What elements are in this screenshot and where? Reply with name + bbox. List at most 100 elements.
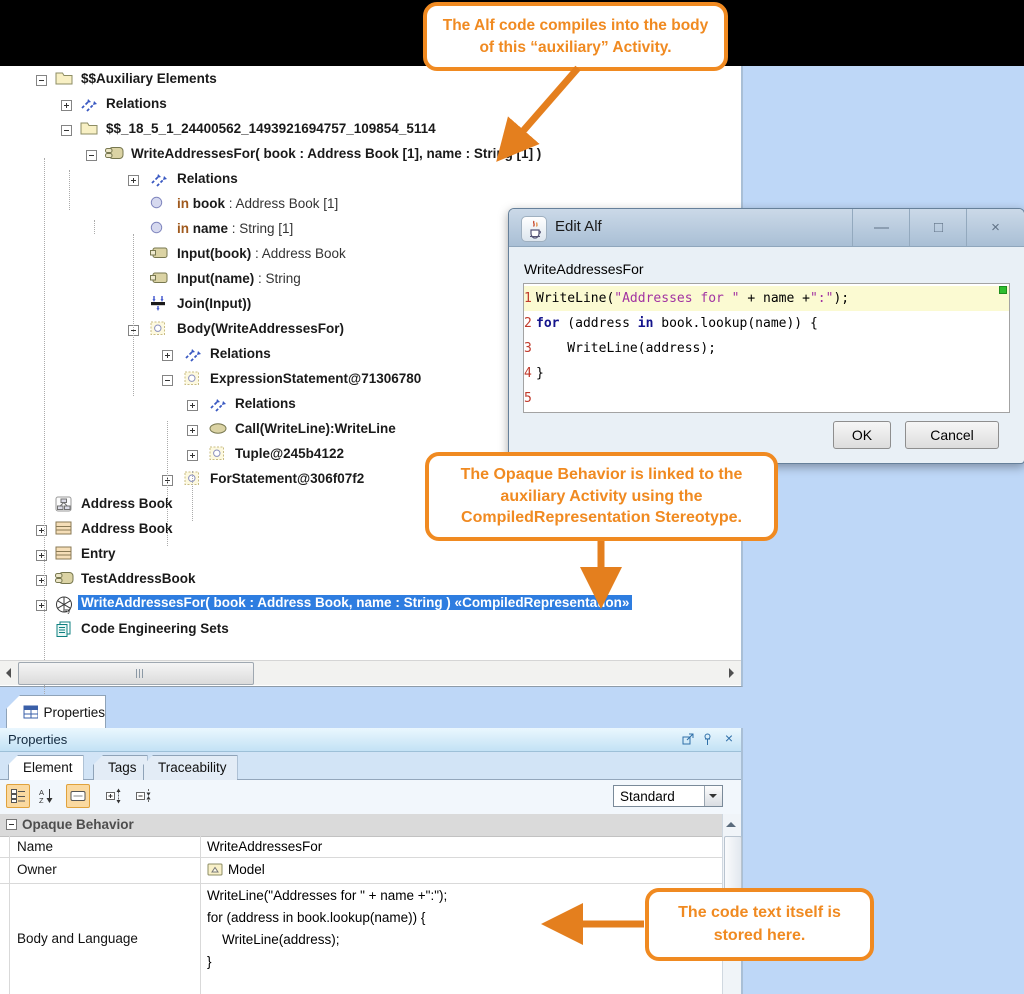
code-line[interactable]: 2for (address in book.lookup(name)) { — [524, 311, 1009, 336]
tree-item[interactable]: Relations — [0, 93, 741, 118]
opaque-behavior-icon: xy — [55, 596, 73, 619]
collapse-icon[interactable] — [61, 125, 72, 136]
collapse-icon[interactable] — [162, 375, 173, 386]
property-view-selector[interactable]: Standard — [613, 785, 723, 807]
pin-icon — [150, 196, 164, 214]
folder-icon — [80, 121, 98, 140]
tree-guide-line — [192, 471, 193, 521]
tree-item[interactable]: TestAddressBook — [0, 568, 741, 593]
tree-item-label[interactable]: in name : String [1] — [177, 221, 293, 236]
object-node-icon — [150, 246, 168, 264]
tree-item-label[interactable]: Entry — [81, 546, 116, 561]
section-header-opaque-behavior[interactable]: Opaque Behavior — [0, 814, 722, 837]
code-line[interactable]: 1WriteLine("Addresses for " + name +":")… — [524, 286, 1009, 311]
scroll-up-arrow[interactable] — [725, 816, 738, 830]
relations-icon — [209, 396, 228, 417]
property-row-body-language[interactable]: Body and Language WriteLine("Addresses f… — [0, 883, 722, 994]
tree-item-label[interactable]: Input(book) : Address Book — [177, 246, 346, 261]
tree-item[interactable]: Relations — [0, 168, 741, 193]
sort-alphabetically-button[interactable]: AZ — [34, 784, 58, 808]
expand-icon[interactable] — [187, 450, 198, 461]
code-line[interactable]: 4} — [524, 361, 1009, 386]
collapse-icon[interactable] — [36, 75, 47, 86]
tab-traceability[interactable]: Traceability — [143, 755, 238, 780]
expand-icon[interactable] — [36, 600, 47, 611]
tree-item-label[interactable]: in book : Address Book [1] — [177, 196, 338, 211]
tree-item-label[interactable]: Address Book — [81, 496, 173, 511]
pin-panel-icon[interactable] — [702, 733, 713, 746]
code-line[interactable]: 3 WriteLine(address); — [524, 336, 1009, 361]
call-icon — [209, 421, 227, 439]
expand-icon[interactable] — [36, 575, 47, 586]
expand-icon[interactable] — [187, 400, 198, 411]
tree-item-label[interactable]: WriteAddressesFor( book : Address Book, … — [78, 595, 632, 610]
tree-item-label[interactable]: Address Book — [81, 521, 173, 536]
object-node-icon — [150, 271, 168, 289]
tree-item-label[interactable]: Join(Input)) — [177, 296, 251, 311]
tree-item-label[interactable]: Call(WriteLine):WriteLine — [235, 421, 396, 436]
tab-tags[interactable]: Tags — [93, 755, 148, 780]
expand-icon[interactable] — [128, 175, 139, 186]
tree-item-label[interactable]: Relations — [210, 346, 271, 361]
structured-node-icon — [209, 446, 225, 466]
properties-grid: Opaque Behavior Name WriteAddressesFor O… — [0, 814, 722, 994]
line-number: 5 — [524, 386, 536, 411]
dialog-title-bar[interactable]: Edit Alf — □ × — [509, 209, 1024, 247]
dropdown-arrow-icon[interactable] — [704, 786, 722, 806]
collapse-icon[interactable] — [86, 150, 97, 161]
expand-icon[interactable] — [162, 350, 173, 361]
show-description-button[interactable] — [66, 784, 90, 808]
collapse-all-button[interactable] — [132, 784, 156, 808]
tree-item[interactable]: $$Auxiliary Elements — [0, 68, 741, 93]
expand-icon[interactable] — [36, 550, 47, 561]
properties-header-title: Properties — [8, 732, 67, 747]
cancel-button[interactable]: Cancel — [905, 421, 999, 449]
status-square-icon — [999, 286, 1007, 294]
categorized-view-button[interactable] — [6, 784, 30, 808]
tab-properties-panel[interactable]: Properties — [6, 695, 106, 728]
tree-item-label[interactable]: Relations — [177, 171, 238, 186]
tree-item[interactable]: xy WriteAddressesFor( book : Address Book… — [0, 593, 741, 618]
tree-item-label[interactable]: Relations — [235, 396, 296, 411]
tree-item-label[interactable]: TestAddressBook — [81, 571, 196, 586]
tree-item-label[interactable]: Body(WriteAddressesFor) — [177, 321, 344, 336]
tree-item-label[interactable]: Code Engineering Sets — [81, 621, 229, 636]
scroll-right-arrow[interactable] — [724, 663, 740, 683]
close-panel-icon[interactable]: × — [725, 730, 733, 746]
collapse-section-icon[interactable] — [6, 819, 17, 830]
tree-item-label[interactable]: ExpressionStatement@71306780 — [210, 371, 421, 386]
tree-item-label[interactable]: WriteAddressesFor( book : Address Book [… — [131, 146, 541, 161]
scrollbar-thumb[interactable] — [18, 662, 254, 685]
ok-button[interactable]: OK — [833, 421, 891, 449]
property-row-name[interactable]: Name WriteAddressesFor — [0, 836, 722, 858]
tree-guide-line — [167, 421, 168, 546]
join-icon — [150, 296, 168, 316]
tree-horizontal-scrollbar[interactable] — [0, 660, 741, 685]
scroll-left-arrow[interactable] — [1, 663, 17, 683]
property-row-owner[interactable]: Owner Model — [0, 857, 722, 884]
tree-item[interactable]: Code Engineering Sets — [0, 618, 741, 643]
expand-icon[interactable] — [61, 100, 72, 111]
tree-item-label[interactable]: $$_18_5_1_24400562_1493921694757_109854_… — [106, 121, 436, 136]
annotation-callout-middle: The Opaque Behavior is linked to the aux… — [425, 452, 778, 541]
tree-item-label[interactable]: Tuple@245b4122 — [235, 446, 344, 461]
tree-item[interactable]: Entry — [0, 543, 741, 568]
tree-item-label[interactable]: $$Auxiliary Elements — [81, 71, 217, 86]
close-button[interactable]: × — [966, 209, 1024, 246]
maximize-button[interactable]: □ — [909, 209, 967, 246]
minimize-button[interactable]: — — [852, 209, 910, 246]
tree-item[interactable]: $$_18_5_1_24400562_1493921694757_109854_… — [0, 118, 741, 143]
float-window-icon[interactable] — [682, 733, 695, 746]
alf-code-editor[interactable]: 1WriteLine("Addresses for " + name +":")… — [523, 283, 1010, 413]
tab-element[interactable]: Element — [8, 755, 84, 780]
tree-item-label[interactable]: Input(name) : String — [177, 271, 301, 286]
properties-panel: Properties × Element Tags Traceability A… — [0, 728, 743, 994]
code-line[interactable]: 5 — [524, 386, 1009, 411]
tree-item[interactable]: WriteAddressesFor( book : Address Book [… — [0, 143, 741, 168]
tree-guide-line — [94, 220, 95, 234]
expand-all-button[interactable] — [102, 784, 126, 808]
expand-icon[interactable] — [187, 425, 198, 436]
tree-item-label[interactable]: ForStatement@306f07f2 — [210, 471, 364, 486]
tree-item-label[interactable]: Relations — [106, 96, 167, 111]
expand-icon[interactable] — [36, 525, 47, 536]
